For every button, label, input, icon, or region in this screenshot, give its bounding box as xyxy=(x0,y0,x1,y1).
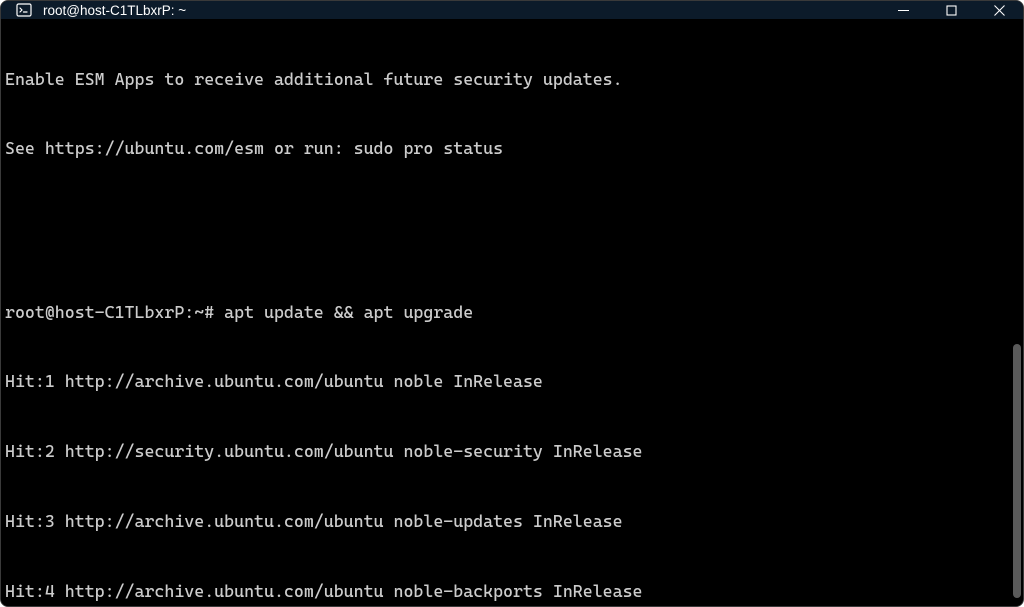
terminal-line: Hit:3 http://archive.ubuntu.com/ubuntu n… xyxy=(5,510,1019,533)
window-controls xyxy=(879,1,1023,19)
terminal-line: Enable ESM Apps to receive additional fu… xyxy=(5,68,1019,91)
close-button[interactable] xyxy=(975,1,1023,19)
terminal-line: See https://ubuntu.com/esm or run: sudo … xyxy=(5,137,1019,160)
terminal-line: Hit:2 http://security.ubuntu.com/ubuntu … xyxy=(5,440,1019,463)
terminal-app-icon xyxy=(15,1,33,19)
terminal-line: Hit:4 http://archive.ubuntu.com/ubuntu n… xyxy=(5,580,1019,603)
titlebar[interactable]: root@host-C1TLbxrP: ~ xyxy=(1,1,1023,19)
terminal-line: Hit:1 http://archive.ubuntu.com/ubuntu n… xyxy=(5,370,1019,393)
scrollbar-thumb[interactable] xyxy=(1013,344,1021,598)
maximize-button[interactable] xyxy=(927,1,975,19)
vertical-scrollbar[interactable] xyxy=(1013,45,1021,598)
terminal-content[interactable]: Enable ESM Apps to receive additional fu… xyxy=(1,19,1023,606)
terminal-window: root@host-C1TLbxrP: ~ Enable ESM Apps to… xyxy=(0,0,1024,607)
window-title: root@host-C1TLbxrP: ~ xyxy=(43,3,186,18)
minimize-button[interactable] xyxy=(879,1,927,19)
terminal-line: root@host-C1TLbxrP:~# apt update && apt … xyxy=(5,301,1019,324)
